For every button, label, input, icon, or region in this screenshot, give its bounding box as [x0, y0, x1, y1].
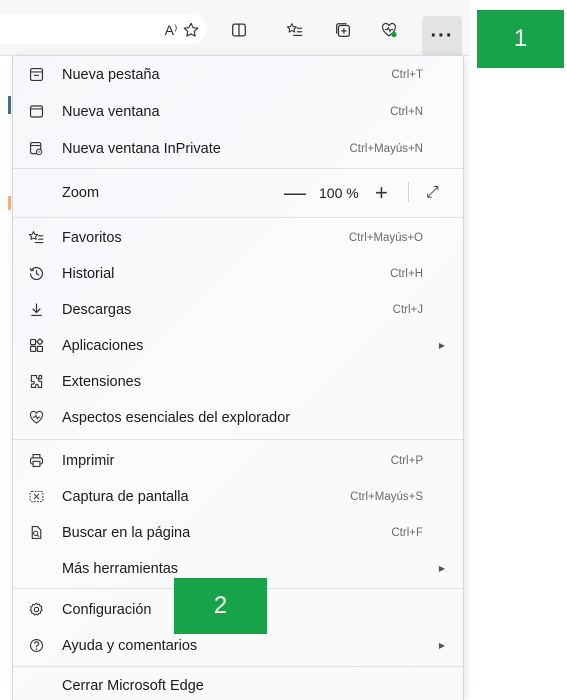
menu-item-shortcut: Ctrl+H [390, 267, 423, 280]
history-icon [26, 264, 46, 284]
menu-item-browser-essentials[interactable]: Aspectos esenciales del explorador [13, 399, 463, 436]
download-icon [26, 300, 46, 320]
new-window-icon [26, 102, 46, 122]
browser-toolbar: A⁾ ··· [0, 0, 470, 56]
menu-item-extensions[interactable]: Extensiones [13, 363, 463, 400]
favorite-star-icon[interactable] [180, 19, 202, 41]
menu-item-label: Descargas [62, 301, 132, 318]
menu-item-label: Extensiones [62, 373, 141, 390]
page-edge-mark [8, 196, 11, 210]
collections-icon[interactable] [332, 19, 354, 41]
menu-item-label: Captura de pantalla [62, 488, 189, 505]
zoom-level: 100 % [319, 185, 359, 201]
split-screen-icon[interactable] [228, 19, 250, 41]
favorites-list-icon[interactable] [284, 19, 306, 41]
menu-item-label: Favoritos [62, 229, 122, 246]
heart-pulse-icon [26, 408, 46, 428]
new-tab-icon [26, 65, 46, 85]
menu-item-new-tab[interactable]: Nueva pestaña Ctrl+T [13, 56, 463, 93]
menu-separator [13, 439, 463, 440]
menu-item-label: Cerrar Microsoft Edge [62, 677, 204, 694]
menu-item-label: Configuración [62, 601, 152, 618]
menu-item-shortcut: Ctrl+N [390, 105, 423, 118]
page-background [0, 56, 12, 700]
zoom-divider [408, 182, 409, 202]
menu-item-label: Más herramientas [62, 560, 179, 577]
printer-icon [26, 451, 46, 471]
menu-item-label: Nueva ventana [62, 103, 160, 120]
zoom-out-button[interactable]: — [284, 182, 306, 204]
submenu-arrow-icon: ▶ [438, 341, 445, 350]
menu-item-new-window[interactable]: Nueva ventana Ctrl+N [13, 93, 463, 130]
screenshot-icon [26, 487, 46, 507]
read-aloud-icon[interactable]: A⁾ [160, 19, 182, 41]
menu-item-history[interactable]: Historial Ctrl+H [13, 255, 463, 292]
menu-item-label: Ayuda y comentarios [62, 637, 198, 654]
submenu-arrow-icon: ▶ [438, 564, 445, 573]
menu-item-shortcut: Ctrl+Mayús+N [349, 142, 424, 155]
more-options-button[interactable]: ··· [422, 16, 462, 56]
menu-item-favorites[interactable]: Favoritos Ctrl+Mayús+O [13, 219, 463, 256]
menu-item-shortcut: Ctrl+F [391, 526, 423, 539]
menu-item-label: Buscar en la página [62, 524, 191, 541]
gear-icon [26, 600, 46, 620]
menu-item-downloads[interactable]: Descargas Ctrl+J [13, 291, 463, 328]
fullscreen-icon[interactable]: ⤢ [426, 184, 439, 202]
menu-item-label: Aplicaciones [62, 337, 144, 354]
page-edge-mark [8, 96, 11, 114]
menu-item-label: Aspectos esenciales del explorador [62, 409, 291, 426]
help-question-icon [26, 636, 46, 656]
menu-item-new-inprivate[interactable]: Nueva ventana InPrivate Ctrl+Mayús+N [13, 130, 463, 167]
menu-item-shortcut: Ctrl+J [392, 303, 423, 316]
menu-item-shortcut: Ctrl+P [390, 454, 423, 467]
browser-essentials-icon[interactable] [378, 19, 400, 41]
menu-item-screenshot[interactable]: Captura de pantalla Ctrl+Mayús+S [13, 478, 463, 515]
callout-badge-1: 1 [477, 10, 564, 68]
favorites-icon [26, 228, 46, 248]
menu-item-label: Zoom [62, 185, 100, 201]
menu-item-shortcut: Ctrl+Mayús+O [348, 231, 423, 244]
menu-item-label: Historial [62, 265, 115, 282]
menu-separator [13, 217, 463, 218]
menu-item-zoom: Zoom — 100 % + ⤢ [13, 173, 463, 213]
find-on-page-icon [26, 523, 46, 543]
inprivate-window-icon [26, 139, 46, 159]
menu-item-label: Nueva ventana InPrivate [62, 140, 221, 157]
menu-separator [13, 168, 463, 169]
menu-item-label: Nueva pestaña [62, 66, 160, 83]
menu-item-shortcut: Ctrl+T [391, 68, 423, 81]
menu-item-shortcut: Ctrl+Mayús+S [350, 490, 423, 503]
menu-item-label: Imprimir [62, 452, 115, 469]
submenu-arrow-icon: ▶ [438, 641, 445, 650]
menu-item-print[interactable]: Imprimir Ctrl+P [13, 442, 463, 479]
zoom-in-button[interactable]: + [375, 182, 388, 204]
menu-item-apps[interactable]: Aplicaciones ▶ [13, 327, 463, 364]
callout-badge-2: 2 [174, 578, 267, 634]
extensions-puzzle-icon [26, 372, 46, 392]
apps-icon [26, 336, 46, 356]
menu-item-find-on-page[interactable]: Buscar en la página Ctrl+F [13, 514, 463, 551]
menu-item-close-edge[interactable]: Cerrar Microsoft Edge [13, 667, 463, 700]
